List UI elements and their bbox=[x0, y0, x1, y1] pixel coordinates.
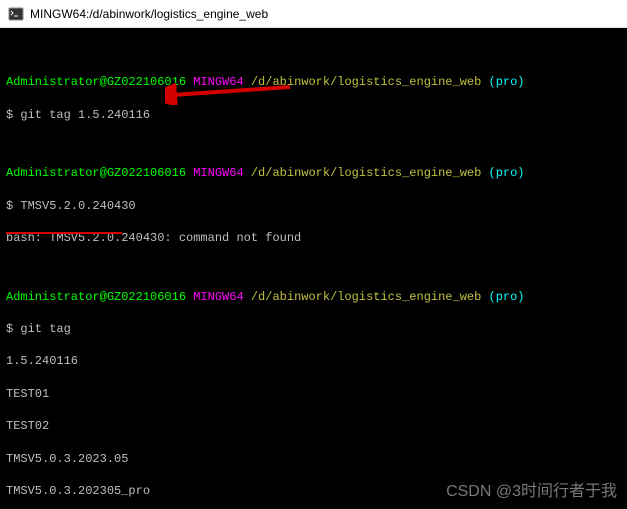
prompt-line: Administrator@GZ022106016 MINGW64 /d/abi… bbox=[6, 165, 621, 181]
prompt-line: Administrator@GZ022106016 MINGW64 /d/abi… bbox=[6, 289, 621, 305]
command-line: $ git tag bbox=[6, 321, 621, 337]
prompt-line: Administrator@GZ022106016 MINGW64 /d/abi… bbox=[6, 74, 621, 90]
window-titlebar: MINGW64:/d/abinwork/logistics_engine_web bbox=[0, 0, 627, 28]
tag-output: TEST02 bbox=[6, 418, 621, 434]
command-line: $ TMSV5.2.0.240430 bbox=[6, 198, 621, 214]
terminal-body[interactable]: Administrator@GZ022106016 MINGW64 /d/abi… bbox=[0, 28, 627, 509]
tag-output: TMSV5.0.3.2023.05 bbox=[6, 451, 621, 467]
tag-output: 1.5.240116 bbox=[6, 353, 621, 369]
tag-output: TMSV5.0.3.202305_pro bbox=[6, 483, 621, 499]
window-title: MINGW64:/d/abinwork/logistics_engine_web bbox=[30, 7, 268, 21]
terminal-icon bbox=[8, 6, 24, 22]
error-output: bash: TMSV5.2.0.240430: command not foun… bbox=[6, 230, 621, 246]
tag-output: TEST01 bbox=[6, 386, 621, 402]
command-line: $ git tag 1.5.240116 bbox=[6, 107, 621, 123]
